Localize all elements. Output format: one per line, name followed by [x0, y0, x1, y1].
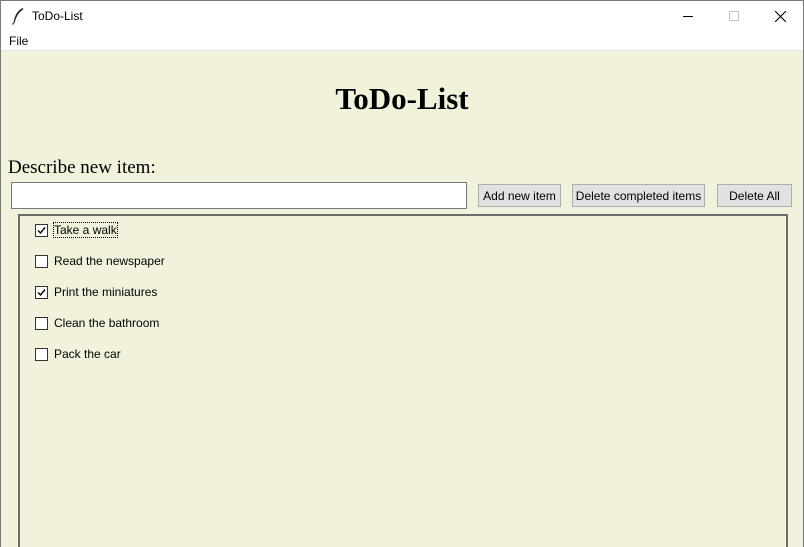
title-bar[interactable]: ToDo-List	[1, 1, 803, 31]
todo-checkbox[interactable]	[35, 347, 48, 361]
todo-label: Read the newspaper	[54, 254, 165, 268]
minimize-button[interactable]	[665, 1, 711, 31]
close-button[interactable]	[757, 1, 803, 31]
feather-icon	[12, 8, 24, 25]
checkmark-icon	[37, 288, 46, 296]
todo-item[interactable]: Clean the bathroom	[35, 314, 159, 332]
todo-checkbox[interactable]	[35, 254, 48, 268]
delete-all-button[interactable]: Delete All	[717, 184, 792, 207]
todo-list: Take a walk Read the newspaper Print the m…	[18, 214, 788, 547]
new-item-prompt: Describe new item:	[8, 157, 156, 178]
todo-label: Clean the bathroom	[54, 316, 160, 330]
add-item-button[interactable]: Add new item	[478, 184, 561, 207]
todo-label: Take a walk	[53, 222, 118, 238]
todo-label: Print the miniatures	[54, 285, 158, 299]
main-content: ToDo-List Describe new item: Add new ite…	[1, 51, 803, 547]
todo-checkbox[interactable]	[35, 223, 48, 237]
menu-file[interactable]: File	[9, 34, 28, 48]
todo-item[interactable]: Print the miniatures	[35, 283, 157, 301]
page-title: ToDo-List	[335, 81, 469, 116]
todo-checkbox[interactable]	[35, 285, 48, 299]
maximize-icon	[729, 11, 739, 21]
todo-item[interactable]: Pack the car	[35, 345, 121, 363]
todo-label: Pack the car	[54, 347, 121, 361]
maximize-button[interactable]	[711, 1, 757, 31]
menu-bar: File	[1, 31, 803, 51]
todo-checkbox[interactable]	[35, 316, 48, 330]
delete-completed-button[interactable]: Delete completed items	[572, 184, 705, 207]
checkmark-icon	[37, 226, 46, 234]
app-window: ToDo-List File ToDo-List Describe new it…	[0, 0, 804, 547]
close-icon	[774, 10, 786, 22]
new-item-input[interactable]	[11, 182, 467, 209]
window-title: ToDo-List	[32, 9, 83, 23]
minimize-icon	[683, 16, 693, 17]
todo-item[interactable]: Read the newspaper	[35, 252, 165, 270]
todo-item[interactable]: Take a walk	[35, 221, 118, 239]
